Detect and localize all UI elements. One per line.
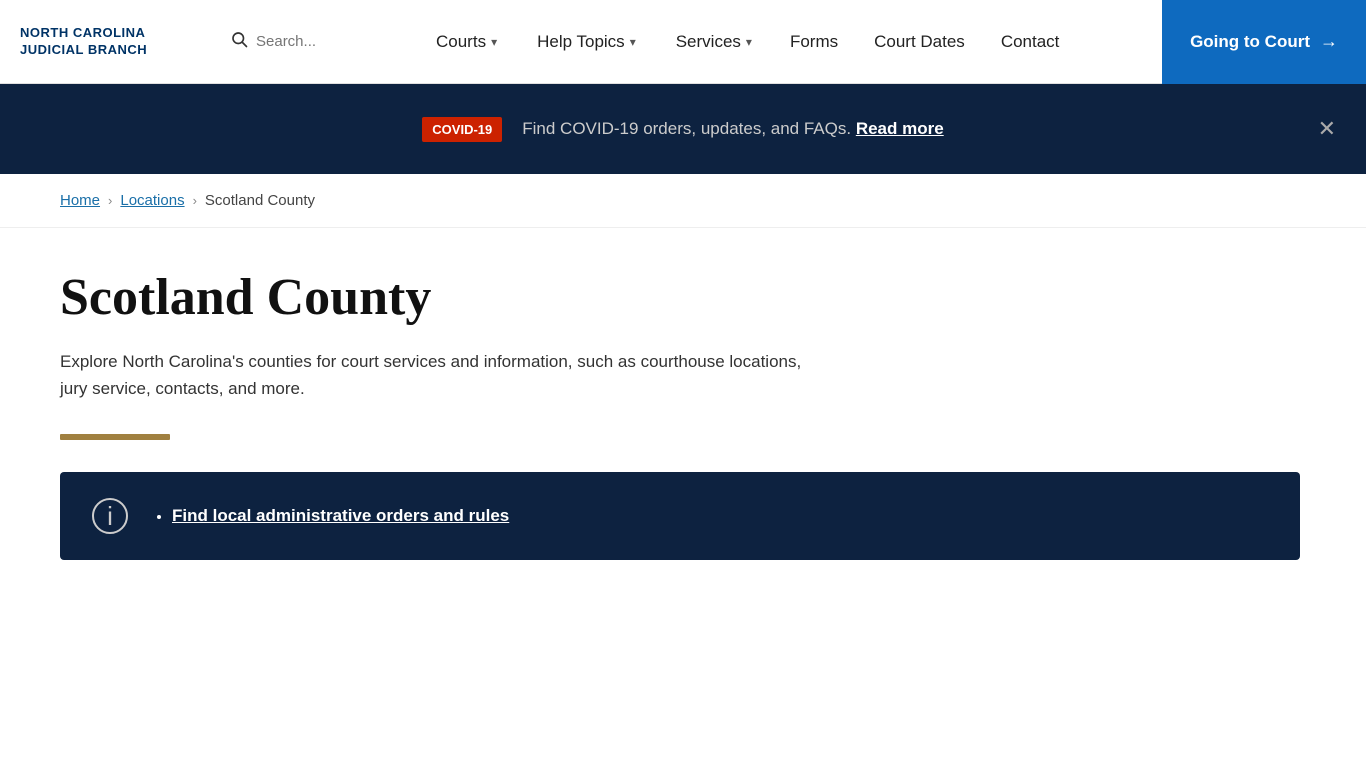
nav-item-help-topics[interactable]: Help Topics ▾ bbox=[517, 0, 656, 84]
nav-item-forms[interactable]: Forms bbox=[772, 0, 856, 84]
main-content: Scotland County Explore North Carolina's… bbox=[0, 228, 1366, 600]
search-input[interactable] bbox=[256, 33, 396, 50]
info-box: i Find local administrative orders and r… bbox=[60, 472, 1300, 560]
nav-item-services[interactable]: Services ▾ bbox=[656, 0, 772, 84]
breadcrumb-separator-2: › bbox=[193, 193, 197, 208]
breadcrumb-locations[interactable]: Locations bbox=[120, 192, 184, 209]
list-item: Find local administrative orders and rul… bbox=[172, 506, 509, 526]
info-icon: i bbox=[92, 498, 128, 534]
search-area bbox=[230, 30, 396, 53]
chevron-down-icon: ▾ bbox=[746, 35, 752, 49]
breadcrumb: Home › Locations › Scotland County bbox=[0, 174, 1366, 228]
breadcrumb-current: Scotland County bbox=[205, 192, 315, 209]
nav-item-courts[interactable]: Courts ▾ bbox=[416, 0, 517, 84]
chevron-down-icon: ▾ bbox=[630, 35, 636, 49]
info-list: Find local administrative orders and rul… bbox=[152, 506, 509, 526]
site-header: NORTH CAROLINA JUDICIAL BRANCH Courts ▾ … bbox=[0, 0, 1366, 84]
logo-area[interactable]: NORTH CAROLINA JUDICIAL BRANCH bbox=[0, 25, 220, 59]
page-title: Scotland County bbox=[60, 268, 1306, 328]
search-icon[interactable] bbox=[230, 30, 248, 53]
nav-item-court-dates[interactable]: Court Dates bbox=[856, 0, 983, 84]
arrow-icon: → bbox=[1320, 31, 1338, 52]
admin-orders-link[interactable]: Find local administrative orders and rul… bbox=[172, 506, 509, 525]
page-description: Explore North Carolina's counties for co… bbox=[60, 348, 820, 402]
breadcrumb-home[interactable]: Home bbox=[60, 192, 100, 209]
main-nav: Courts ▾ Help Topics ▾ Services ▾ Forms … bbox=[416, 0, 1162, 84]
covid-banner: COVID-19 Find COVID-19 orders, updates, … bbox=[0, 84, 1366, 174]
read-more-link[interactable]: Read more bbox=[856, 119, 944, 138]
chevron-down-icon: ▾ bbox=[491, 35, 497, 49]
nav-item-contact[interactable]: Contact bbox=[983, 0, 1078, 84]
covid-message: Find COVID-19 orders, updates, and FAQs.… bbox=[522, 119, 943, 139]
covid-badge: COVID-19 bbox=[422, 117, 502, 142]
close-button[interactable]: ✕ bbox=[1318, 116, 1336, 142]
going-to-court-button[interactable]: Going to Court → bbox=[1162, 0, 1366, 84]
site-logo: NORTH CAROLINA JUDICIAL BRANCH bbox=[20, 25, 147, 59]
gold-divider bbox=[60, 434, 170, 440]
breadcrumb-separator-1: › bbox=[108, 193, 112, 208]
